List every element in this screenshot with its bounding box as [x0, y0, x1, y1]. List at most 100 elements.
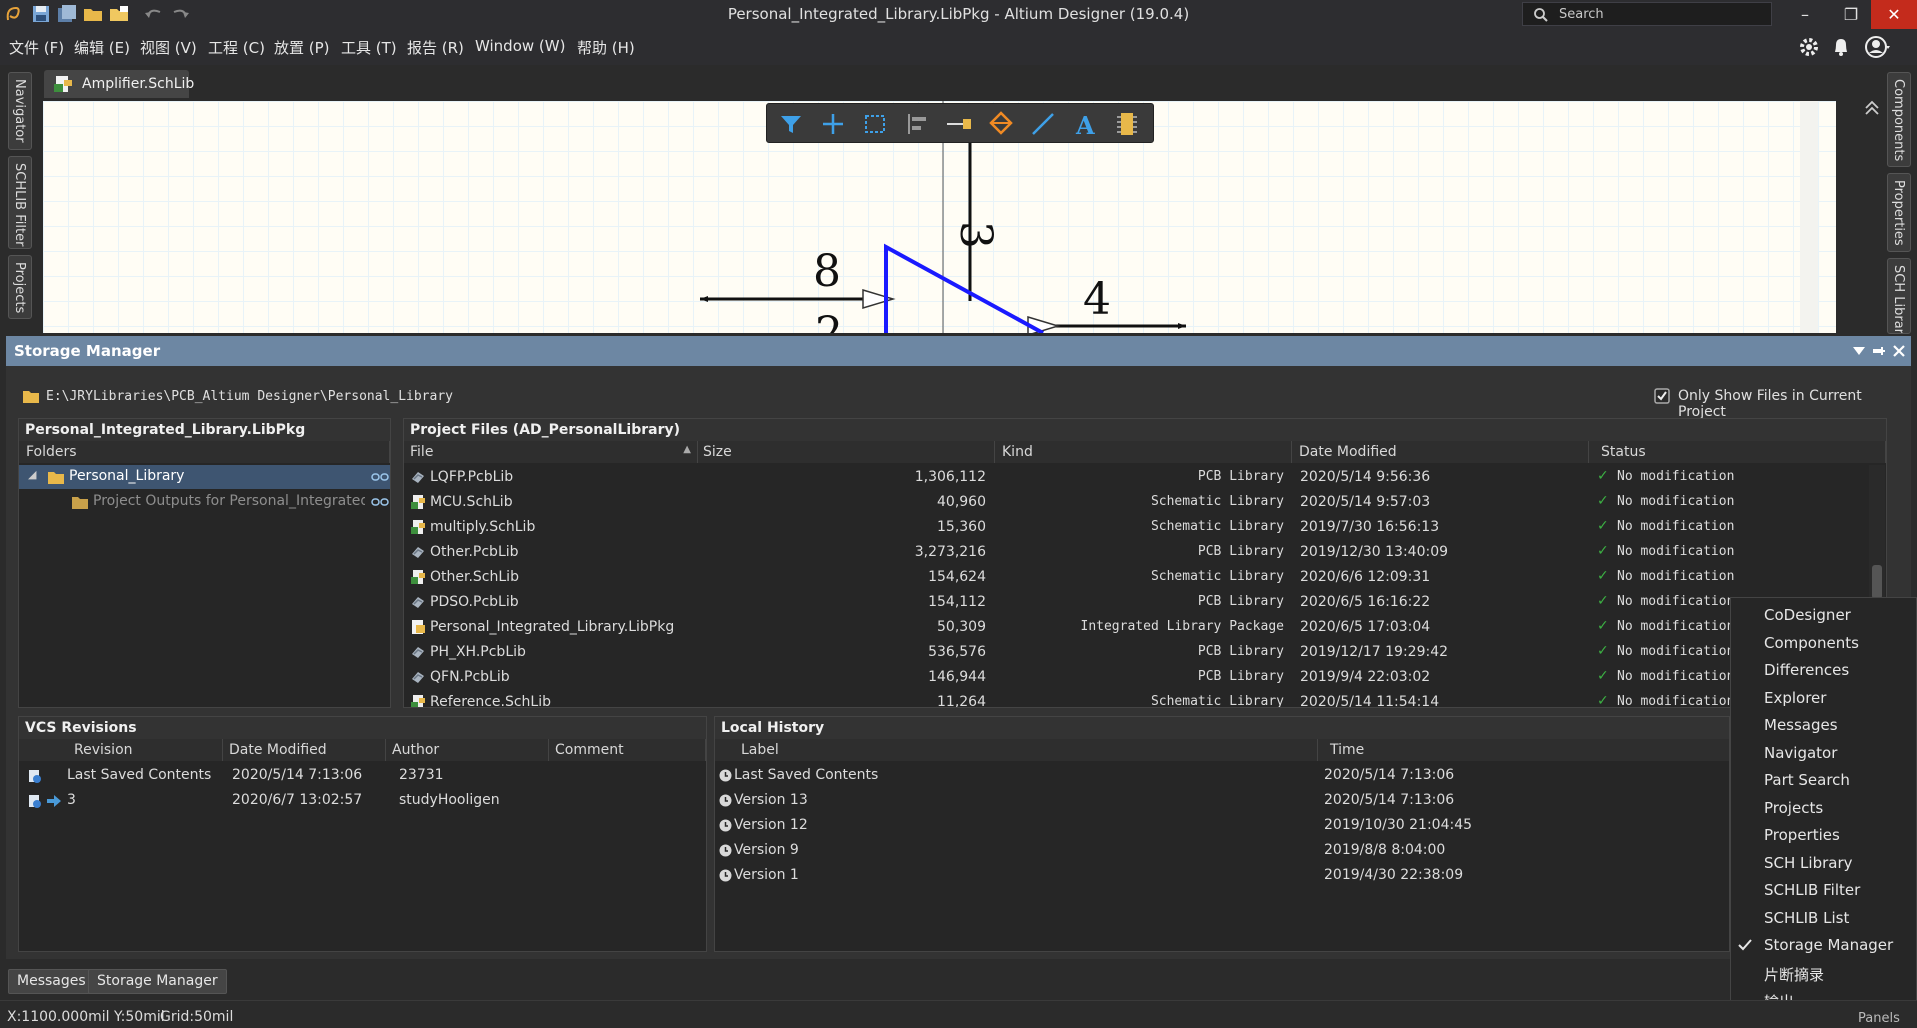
menu-tools[interactable]: 工具 (T)	[341, 37, 397, 58]
crosshair-move-icon[interactable]	[817, 108, 849, 140]
menu-edit[interactable]: 编辑 (E)	[74, 37, 130, 58]
column-header-author[interactable]: Author	[386, 739, 549, 761]
history-row[interactable]: Version 12 2019/10/30 21:04:45	[715, 813, 1729, 838]
restore-button[interactable]: ❐	[1828, 0, 1874, 29]
panels-menu-item[interactable]: Differences	[1731, 657, 1916, 684]
side-tab-schlib-filter[interactable]: SCHLIB Filter	[8, 156, 32, 249]
panels-menu-item[interactable]: 片断摘录	[1731, 960, 1916, 987]
panels-button[interactable]: Panels	[1858, 1011, 1900, 1026]
panels-menu-item[interactable]: Part Search	[1731, 767, 1916, 794]
history-row[interactable]: Version 1 2019/4/30 22:38:09	[715, 863, 1729, 888]
panels-menu-item[interactable]: Components	[1731, 630, 1916, 657]
vcs-row[interactable]: 3 2020/6/7 13:02:57 studyHooligen	[19, 788, 706, 813]
history-row[interactable]: Last Saved Contents 2020/5/14 7:13:06	[715, 763, 1729, 788]
file-row[interactable]: Other.SchLib 154,624 Schematic Library 2020…	[404, 565, 1866, 590]
column-header-size[interactable]: Size	[698, 441, 995, 463]
expand-arrow-icon[interactable]: ◢	[28, 468, 36, 481]
menu-file[interactable]: 文件 (F)	[9, 37, 64, 58]
vcs-row[interactable]: Last Saved Contents 2020/5/14 7:13:06 23…	[19, 763, 706, 788]
side-tab-sch-library[interactable]: SCH Library	[1887, 258, 1911, 334]
menu-project[interactable]: 工程 (C)	[208, 37, 265, 58]
file-name: Reference.SchLib	[430, 694, 551, 708]
panels-menu-item[interactable]: Storage Manager	[1731, 932, 1916, 959]
column-header-kind[interactable]: Kind	[995, 441, 1292, 463]
history-row[interactable]: Version 13 2020/5/14 7:13:06	[715, 788, 1729, 813]
search-input[interactable]: Search	[1522, 2, 1772, 26]
panels-menu-label: Components	[1764, 633, 1859, 652]
menu-view[interactable]: 视图 (V)	[140, 37, 197, 58]
panels-menu-item[interactable]: SCH Library	[1731, 850, 1916, 877]
column-header-status[interactable]: Status	[1589, 441, 1886, 463]
history-title: Local History	[715, 717, 1729, 739]
panels-menu-item[interactable]: Explorer	[1731, 685, 1916, 712]
file-row[interactable]: QFN.PcbLib 146,944 PCB Library 2019/9/4 22:…	[404, 665, 1866, 690]
menu-window[interactable]: Window (W)	[475, 37, 565, 55]
side-tab-projects[interactable]: Projects	[8, 255, 32, 319]
place-part-icon[interactable]	[1111, 108, 1143, 140]
bell-icon[interactable]	[1831, 36, 1851, 58]
bottom-tab-storage-manager[interactable]: Storage Manager	[88, 969, 227, 994]
vcs-title: VCS Revisions	[19, 717, 706, 739]
panels-menu-label: Part Search	[1764, 771, 1850, 789]
place-ieee-symbol-icon[interactable]	[985, 108, 1017, 140]
panels-menu-item[interactable]: Navigator	[1731, 740, 1916, 767]
minimize-button[interactable]: –	[1782, 0, 1828, 29]
document-tab[interactable]: Amplifier.SchLib	[44, 70, 194, 98]
menu-reports[interactable]: 报告 (R)	[407, 37, 464, 58]
side-tab-navigator[interactable]: Navigator	[8, 72, 32, 150]
current-revision-arrow-icon	[47, 795, 61, 807]
column-header-revision[interactable]: Revision	[19, 739, 223, 761]
column-header-file[interactable]: File ▲	[404, 441, 698, 463]
align-icon[interactable]	[901, 108, 933, 140]
folder-tree-item[interactable]: Project Outputs for Personal_Integrated_…	[19, 490, 390, 514]
folder-tree-item[interactable]: ◢ Personal_Library	[19, 465, 390, 489]
canvas-scrollbar[interactable]	[1800, 101, 1818, 333]
file-row[interactable]: MCU.SchLib 40,960 Schematic Library 2020/5/…	[404, 490, 1866, 515]
select-rectangle-icon[interactable]	[859, 108, 891, 140]
menu-place[interactable]: 放置 (P)	[274, 37, 330, 58]
panels-menu-item[interactable]: Projects	[1731, 795, 1916, 822]
file-row[interactable]: Personal_Integrated_Library.LibPkg 50,309…	[404, 615, 1866, 640]
history-time: 2020/5/14 7:13:06	[1324, 767, 1455, 783]
bottom-tab-messages[interactable]: Messages	[8, 969, 95, 994]
side-tab-properties[interactable]: Properties	[1887, 173, 1911, 252]
scrollbar-thumb[interactable]	[1872, 565, 1882, 599]
column-header-comment[interactable]: Comment	[549, 739, 706, 761]
history-row[interactable]: Version 9 2019/8/8 8:04:00	[715, 838, 1729, 863]
close-panel-icon[interactable]	[1892, 344, 1906, 358]
check-icon: ✓	[1597, 518, 1609, 534]
place-pin-icon[interactable]	[943, 108, 975, 140]
user-account-icon[interactable]	[1864, 35, 1890, 59]
column-header-label[interactable]: Label	[715, 739, 1318, 761]
only-show-checkbox[interactable]	[1654, 388, 1670, 404]
side-tab-label: SCH Library	[1891, 265, 1906, 334]
file-row[interactable]: Reference.SchLib 11,264 Schematic Library 2…	[404, 690, 1866, 708]
panels-menu-item[interactable]: SCHLIB Filter	[1731, 877, 1916, 904]
panel-menu-icon[interactable]	[1852, 345, 1866, 357]
file-row[interactable]: PH_XH.PcbLib 536,576 PCB Library 2019/12/17…	[404, 640, 1866, 665]
collapse-up-icon[interactable]	[1864, 100, 1880, 116]
filter-icon[interactable]	[775, 108, 807, 140]
file-row[interactable]: LQFP.PcbLib 1,306,112 PCB Library 2020/5/14…	[404, 465, 1866, 490]
place-line-icon[interactable]	[1027, 108, 1059, 140]
place-text-icon[interactable]: A	[1069, 108, 1101, 140]
menu-help[interactable]: 帮助 (H)	[577, 37, 635, 58]
file-row[interactable]: multiply.SchLib 15,360 Schematic Library 20…	[404, 515, 1866, 540]
check-icon: ✓	[1597, 593, 1609, 609]
column-header-date-modified[interactable]: Date Modified	[1292, 441, 1589, 463]
gear-icon[interactable]	[1798, 36, 1820, 58]
panels-menu-item[interactable]: CoDesigner	[1731, 602, 1916, 629]
side-tab-components[interactable]: Components	[1887, 72, 1911, 167]
file-status: No modification	[1617, 694, 1735, 708]
panels-menu-item[interactable]: Properties	[1731, 822, 1916, 849]
history-label: Last Saved Contents	[734, 767, 879, 783]
panels-menu-item[interactable]: SCHLIB List	[1731, 905, 1916, 932]
pin-panel-icon[interactable]	[1872, 344, 1886, 358]
column-header-time[interactable]: Time	[1318, 739, 1729, 761]
column-header-vcs-date[interactable]: Date Modified	[223, 739, 386, 761]
file-name: Other.PcbLib	[430, 544, 519, 560]
file-row[interactable]: Other.PcbLib 3,273,216 PCB Library 2019/12/…	[404, 540, 1866, 565]
file-row[interactable]: PDSO.PcbLib 154,112 PCB Library 2020/6/5 16…	[404, 590, 1866, 615]
close-button[interactable]: ✕	[1871, 0, 1917, 29]
panels-menu-item[interactable]: Messages	[1731, 712, 1916, 739]
